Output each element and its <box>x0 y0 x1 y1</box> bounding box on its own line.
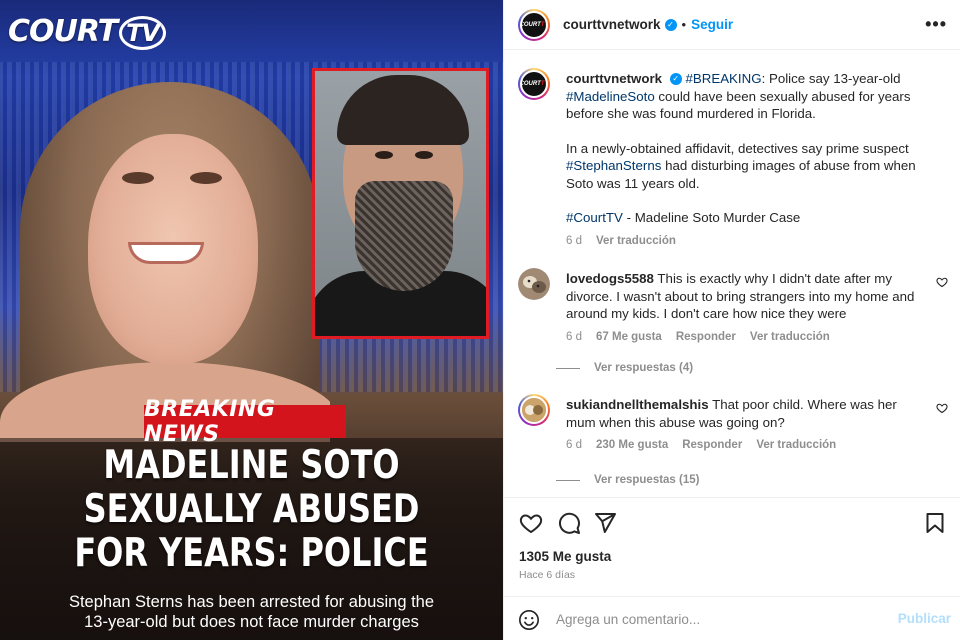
hashtag-stephansterns[interactable]: #StephanSterns <box>566 158 661 173</box>
view-replies-button[interactable]: Ver respuestas (4) <box>556 362 693 374</box>
comment-like-heart-icon[interactable] <box>936 276 948 288</box>
comment-item: sukiandnellthemalshis That poor child. W… <box>518 394 948 474</box>
comment-time[interactable]: 6 d <box>566 329 582 347</box>
post-image[interactable]: COURT TV BREAKING NEWS MADELINE SOTO SEXU… <box>0 0 503 640</box>
post-timestamp[interactable]: Hace 6 días <box>519 569 575 581</box>
reply-button[interactable]: Responder <box>682 437 742 455</box>
headline-line-2: SEXUALLY ABUSED <box>83 487 420 532</box>
commenter-avatar[interactable] <box>518 394 550 426</box>
comment-time[interactable]: 6 d <box>566 437 582 455</box>
courttv-logo: COURT TV <box>8 14 167 50</box>
caption-avatar[interactable]: COURT TV <box>518 68 550 100</box>
action-bar <box>504 497 960 547</box>
caption-time[interactable]: 6 d <box>566 233 582 251</box>
likes-count[interactable]: 1305 Me gusta <box>519 549 611 564</box>
comment-translate-link[interactable]: Ver traducción <box>756 437 836 455</box>
add-comment-bar: Publicar <box>504 596 960 640</box>
post-panel: COURT TV courttvnetwork ✓ • Seguir ••• CO… <box>503 0 960 640</box>
comment-meta: 6 d 67 Me gusta Responder Ver traducción <box>566 329 928 347</box>
hashtag-courttv[interactable]: #CourtTV <box>566 210 623 225</box>
comment-meta: 6 d 230 Me gusta Responder Ver traducció… <box>566 437 928 455</box>
comment-input[interactable] <box>556 607 886 631</box>
suspect-mugshot <box>312 68 489 339</box>
follow-button[interactable]: Seguir <box>691 17 733 32</box>
comment-likes[interactable]: 67 Me gusta <box>596 329 662 347</box>
caption-username[interactable]: courttvnetwork <box>566 71 662 86</box>
send-icon[interactable] <box>593 511 617 535</box>
reply-button[interactable]: Responder <box>676 329 736 347</box>
commenter-avatar[interactable] <box>518 268 550 300</box>
header-separator: • <box>681 17 687 32</box>
victim-photo <box>0 62 330 442</box>
emoji-icon[interactable] <box>518 609 540 631</box>
headline-line-1: MADELINE SOTO <box>103 443 400 488</box>
heart-icon[interactable] <box>519 511 543 535</box>
caption-paragraph-1: courttvnetwork ✓ #BREAKING: Police say 1… <box>566 71 911 121</box>
caption-paragraph-3: #CourtTV - Madeline Soto Murder Case <box>566 210 801 225</box>
header-username[interactable]: courttvnetwork <box>563 17 661 32</box>
hashtag-breaking[interactable]: #BREAKING <box>685 71 761 86</box>
bookmark-icon[interactable] <box>923 511 947 535</box>
hashtag-madelinesoto[interactable]: #MadelineSoto <box>566 89 655 104</box>
verified-badge-icon: ✓ <box>664 18 677 31</box>
caption-translate-link[interactable]: Ver traducción <box>596 233 676 251</box>
comment-icon[interactable] <box>557 511 581 535</box>
post-caption: COURT TV courttvnetwork ✓ #BREAKING: Poli… <box>518 68 948 258</box>
comments-section[interactable]: COURT TV courttvnetwork ✓ #BREAKING: Poli… <box>504 50 960 497</box>
comment-username[interactable]: sukiandnellthemalshis <box>566 397 709 412</box>
caption-paragraph-2: In a newly-obtained affidavit, detective… <box>566 140 916 191</box>
image-caption: Stephan Sterns has been arrested for abu… <box>68 593 435 631</box>
view-replies-button[interactable]: Ver respuestas (15) <box>556 474 699 486</box>
post-header: COURT TV courttvnetwork ✓ • Seguir ••• <box>504 0 960 50</box>
headline-line-3: FOR YEARS: POLICE <box>74 531 429 576</box>
breaking-news-banner: BREAKING NEWS <box>144 397 346 447</box>
comment-like-heart-icon[interactable] <box>936 402 948 414</box>
profile-avatar[interactable]: COURT TV <box>518 8 550 41</box>
publish-button[interactable]: Publicar <box>898 611 951 626</box>
comment-translate-link[interactable]: Ver traducción <box>750 329 830 347</box>
verified-badge-icon: ✓ <box>669 73 682 86</box>
comment-username[interactable]: lovedogs5588 <box>566 271 654 286</box>
more-options-icon[interactable]: ••• <box>925 14 947 35</box>
comment-likes[interactable]: 230 Me gusta <box>596 437 668 455</box>
headline: MADELINE SOTO SEXUALLY ABUSED FOR YEARS:… <box>45 444 457 576</box>
caption-meta: 6 d Ver traducción <box>566 233 928 251</box>
